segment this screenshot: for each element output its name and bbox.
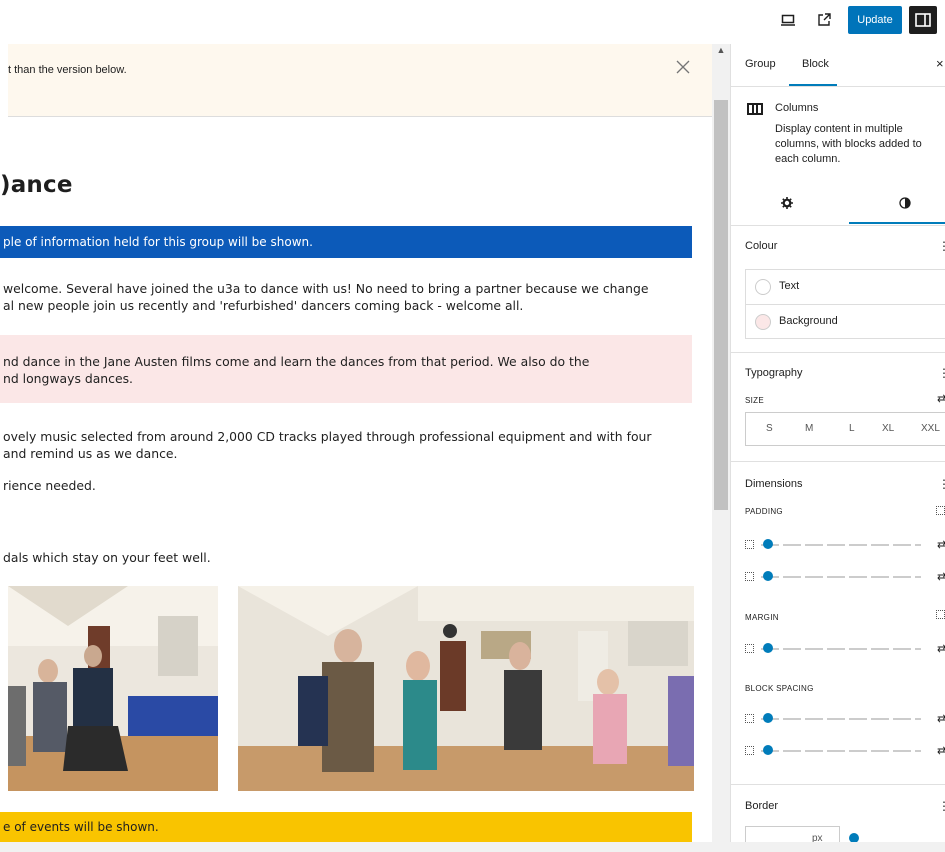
settings-gear-icon[interactable] [781, 196, 793, 212]
settings-sidebar: Group Block × Columns Display content in… [730, 44, 945, 842]
columns-block-icon [747, 103, 763, 115]
slider-track [761, 576, 921, 578]
dimensions-options-icon[interactable]: ⋮ [938, 477, 945, 491]
size-option-l[interactable]: L [849, 423, 855, 434]
typography-section-title: Typography [745, 367, 803, 379]
padding-horizontal-slider[interactable]: ⇄ [745, 570, 945, 584]
editor-canvas[interactable]: t than the version below. )ance ple of i… [0, 44, 712, 842]
margin-unlink-icon[interactable] [936, 610, 945, 619]
border-radius-slider[interactable] [849, 832, 939, 842]
margin-icon [745, 644, 754, 653]
divider [731, 461, 945, 462]
pink-text-2: nd longways dances. [3, 371, 133, 386]
size-option-xl[interactable]: XL [882, 423, 894, 434]
slider-handle[interactable] [849, 833, 859, 842]
info-bar-yellow[interactable]: e of events will be shown. [0, 812, 692, 842]
slider-handle[interactable] [763, 643, 773, 653]
background-color-swatch [755, 314, 771, 330]
editor-top-bar: Update [0, 0, 945, 44]
spacing-vertical-icon [745, 714, 754, 723]
paragraph-experience[interactable]: rience needed. [3, 477, 96, 494]
desktop-preview-icon[interactable] [776, 8, 800, 32]
border-section-title: Border [745, 800, 779, 812]
colour-item-text-label: Text [779, 280, 800, 292]
scroll-up-icon[interactable]: ▲ [715, 45, 727, 57]
border-width-input[interactable]: px [745, 826, 840, 842]
colour-panel: Text Background [745, 269, 945, 339]
border-unit: px [812, 833, 823, 842]
block-spacing-label: BLOCK SPACING [745, 684, 814, 693]
size-label: SIZE [745, 396, 764, 405]
styles-half-circle-icon[interactable] [899, 196, 911, 212]
dance-photo-left[interactable] [8, 586, 218, 791]
size-option-s[interactable]: S [766, 423, 773, 434]
dimensions-section-title: Dimensions [745, 478, 803, 490]
paragraph-music-2[interactable]: and remind us as we dance. [3, 445, 177, 462]
highlight-block-pink[interactable]: nd dance in the Jane Austen films come a… [0, 335, 692, 403]
font-size-picker: S M L XL XXL [745, 412, 945, 446]
tab-block[interactable]: Block [802, 58, 829, 70]
colour-item-background-label: Background [779, 315, 838, 327]
divider [731, 784, 945, 785]
colour-options-icon[interactable]: ⋮ [938, 239, 945, 253]
spacing-horizontal-icon [745, 746, 754, 755]
sidebar-toggle-icon[interactable] [909, 6, 937, 34]
custom-value-icon[interactable]: ⇄ [937, 642, 945, 655]
slider-handle[interactable] [763, 571, 773, 581]
custom-value-icon[interactable]: ⇄ [937, 570, 945, 583]
paragraph-intro-1[interactable]: welcome. Several have joined the u3a to … [3, 280, 648, 297]
typography-options-icon[interactable]: ⋮ [938, 366, 945, 380]
colour-section-title: Colour [745, 240, 778, 252]
margin-slider[interactable]: ⇄ [745, 642, 945, 656]
size-option-m[interactable]: M [805, 423, 813, 434]
custom-value-icon[interactable]: ⇄ [937, 538, 945, 551]
tab-group[interactable]: Group [745, 58, 776, 70]
close-icon[interactable]: × [936, 56, 944, 71]
size-custom-icon[interactable]: ⇄ [937, 392, 945, 405]
slider-handle[interactable] [763, 539, 773, 549]
block-spacing-vertical-slider[interactable]: ⇄ [745, 712, 945, 726]
slider-track [761, 750, 921, 752]
border-options-icon[interactable]: ⋮ [938, 799, 945, 813]
padding-horizontal-icon [745, 572, 754, 581]
scroll-thumb[interactable] [714, 100, 728, 510]
slider-track [761, 544, 921, 546]
external-link-icon[interactable] [812, 8, 836, 32]
margin-label: MARGIN [745, 613, 779, 622]
paragraph-intro-2[interactable]: al new people join us recently and 'refu… [3, 297, 523, 314]
pink-text-1: nd dance in the Jane Austen films come a… [3, 354, 590, 369]
padding-label: PADDING [745, 507, 783, 516]
block-description: Display content in multiple columns, wit… [775, 123, 922, 165]
custom-value-icon[interactable]: ⇄ [937, 744, 945, 757]
active-subtab-indicator [849, 222, 945, 224]
colour-item-text[interactable]: Text [746, 270, 945, 305]
update-button[interactable]: Update [848, 6, 902, 34]
close-icon[interactable] [676, 58, 696, 78]
paragraph-footwear[interactable]: dals which stay on your feet well. [3, 549, 211, 566]
slider-track [761, 718, 921, 720]
block-spacing-horizontal-slider[interactable]: ⇄ [745, 744, 945, 758]
padding-vertical-slider[interactable]: ⇄ [745, 538, 945, 552]
slider-handle[interactable] [763, 745, 773, 755]
canvas-scrollbar[interactable]: ▲ [712, 44, 730, 842]
version-notice: t than the version below. [8, 44, 712, 117]
paragraph-music-1[interactable]: ovely music selected from around 2,000 C… [3, 428, 651, 445]
page-title[interactable]: )ance [0, 172, 73, 198]
notice-text: t than the version below. [8, 64, 127, 76]
padding-vertical-icon [745, 540, 754, 549]
text-color-swatch [755, 279, 771, 295]
divider [731, 86, 945, 87]
horizontal-scrollbar[interactable] [0, 842, 945, 852]
block-name: Columns [775, 102, 819, 114]
divider [731, 225, 945, 226]
padding-unlink-icon[interactable] [936, 506, 945, 515]
colour-item-background[interactable]: Background [746, 305, 945, 340]
slider-handle[interactable] [763, 713, 773, 723]
divider [731, 352, 945, 353]
slider-track [761, 648, 921, 650]
dance-photo-right[interactable] [238, 586, 694, 791]
custom-value-icon[interactable]: ⇄ [937, 712, 945, 725]
size-option-xxl[interactable]: XXL [921, 423, 940, 434]
info-bar-blue[interactable]: ple of information held for this group w… [0, 226, 692, 258]
